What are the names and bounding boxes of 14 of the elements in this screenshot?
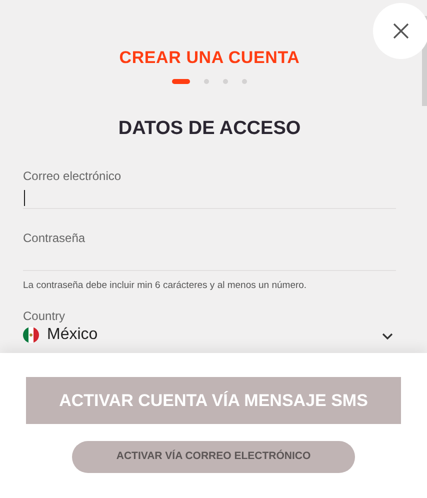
form-title: CREAR UNA CUENTA (118, 47, 301, 69)
field-label: Contraseña (23, 231, 86, 245)
close-icon (393, 23, 409, 39)
field-label: Correo electrónico (23, 169, 122, 183)
chevron-down-icon (382, 333, 393, 340)
input-field[interactable] (23, 187, 396, 209)
flag-icon (23, 327, 39, 344)
sms-button[interactable]: ACTIVAR CUENTA VÍA MENSAJE SMS (26, 377, 401, 424)
field-label: Country (23, 309, 66, 324)
email-button[interactable]: ACTIVAR VÍA CORREO ELECTRÓNICO (72, 441, 355, 473)
country-select[interactable]: México (23, 324, 396, 346)
section-title: DATOS DE ACCESO (117, 116, 302, 140)
country-value: México (47, 325, 99, 346)
hint-text: La contraseña debe incluir min 6 carácteres y al menos un número. (23, 279, 308, 293)
